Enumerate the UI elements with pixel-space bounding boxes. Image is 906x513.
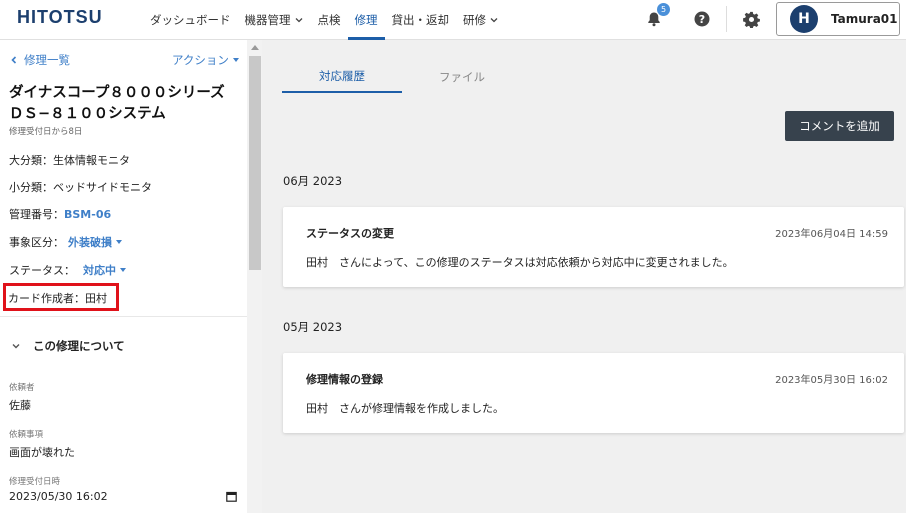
requester-label: 依頼者 (9, 383, 35, 393)
received-datetime-value: 2023/05/30 16:02 (9, 490, 108, 503)
tab-history[interactable]: 対応履歴 (282, 60, 402, 93)
status-dropdown[interactable]: 対応中 (83, 262, 126, 278)
app-logo[interactable]: HITOTSU (17, 7, 103, 28)
scroll-up-arrow[interactable] (251, 45, 259, 50)
nav-training-label: 研修 (463, 13, 486, 27)
request-label: 依頼事項 (9, 430, 44, 440)
nav-lending-label: 貸出・返却 (391, 13, 450, 27)
status: ステータス： 対応中 (9, 262, 126, 278)
section-toggle-about-repair[interactable]: この修理について (11, 338, 125, 354)
nav-repair-label: 修理 (354, 13, 378, 27)
history-card: ステータスの変更 2023年06月04日 14:59 田村 さんによって、この修… (283, 207, 904, 287)
caret-down-icon (120, 268, 126, 272)
avatar: H (790, 5, 818, 33)
back-link-label: 修理一覧 (24, 53, 70, 67)
action-menu-button[interactable]: アクション (172, 52, 239, 68)
caret-down-icon (116, 240, 122, 244)
tab-files-label: ファイル (439, 69, 485, 84)
tab-history-label: 対応履歴 (319, 68, 365, 83)
notification-badge: 5 (657, 3, 670, 16)
help-icon[interactable]: ? (691, 8, 713, 30)
nav-equipment[interactable]: 機器管理 (238, 0, 311, 40)
tab-files[interactable]: ファイル (402, 60, 522, 93)
action-menu-label: アクション (172, 53, 229, 67)
month-heading: 06月 2023 (283, 174, 343, 188)
sidebar-scroll-thumb[interactable] (249, 56, 261, 270)
history-card-time: 2023年06月04日 14:59 (775, 229, 888, 240)
equipment-title: ダイナスコープ８０００シリーズ ＤＳ−８１００システム (9, 85, 225, 122)
history-card-time: 2023年05月30日 16:02 (775, 375, 888, 386)
nav-repair[interactable]: 修理 (347, 0, 385, 40)
back-to-repair-list-link[interactable]: 修理一覧 (9, 52, 70, 68)
top-bar: HITOTSU ダッシュボード 機器管理 点検 修理 貸出・返却 研修 5 ? … (0, 0, 906, 40)
requester-value: 佐藤 (9, 399, 31, 412)
month-heading: 05月 2023 (283, 320, 343, 334)
history-card-title: ステータスの変更 (306, 227, 394, 240)
received-datetime-label: 修理受付日時 (9, 477, 61, 487)
minor-category: 小分類：ベッドサイドモニタ (9, 181, 152, 194)
user-name: Tamura01 (831, 12, 898, 26)
history-card-body: 田村 さんによって、この修理のステータスは対応依頼から対応中に変更されました。 (306, 256, 734, 269)
chevron-down-icon (12, 344, 20, 349)
chevron-down-icon (295, 18, 302, 23)
section-title: この修理について (33, 339, 125, 353)
nav-inspection-label: 点検 (317, 13, 341, 27)
chevron-down-icon (490, 18, 498, 23)
history-card: 修理情報の登録 2023年05月30日 16:02 田村 さんが修理情報を作成し… (283, 353, 904, 433)
event-category: 事象区分： 外装破損 (9, 234, 122, 250)
status-label: ステータス： (9, 264, 75, 277)
chevron-left-icon (11, 56, 17, 64)
event-category-dropdown[interactable]: 外装破損 (68, 234, 122, 250)
highlight-box (3, 283, 119, 311)
user-menu-button[interactable]: H Tamura01 (776, 2, 900, 36)
history-card-body: 田村 さんが修理情報を作成しました。 (306, 402, 504, 415)
management-number-link[interactable]: BSM-06 (64, 208, 111, 221)
add-comment-button[interactable]: コメントを追加 (785, 111, 894, 141)
nav-inspection[interactable]: 点検 (311, 0, 348, 40)
caret-down-icon (232, 58, 239, 62)
received-datetime-input[interactable]: 2023/05/30 16:02 (9, 490, 237, 503)
nav-dashboard-label: ダッシュボード (150, 13, 231, 27)
gear-icon[interactable] (740, 8, 762, 30)
event-category-value: 外装破損 (68, 236, 112, 249)
svg-text:?: ? (699, 13, 705, 26)
major-category: 大分類：生体情報モニタ (9, 154, 130, 167)
main-nav: ダッシュボード 機器管理 点検 修理 貸出・返却 研修 (143, 0, 506, 40)
event-category-label: 事象区分： (9, 236, 64, 249)
nav-dashboard[interactable]: ダッシュボード (143, 0, 238, 40)
nav-training[interactable]: 研修 (456, 0, 506, 40)
sidebar-divider (0, 316, 247, 317)
management-number: 管理番号： BSM-06 (9, 206, 111, 222)
calendar-icon[interactable] (226, 491, 237, 502)
status-value: 対応中 (83, 264, 116, 277)
nav-equipment-label: 機器管理 (244, 13, 291, 27)
history-card-title: 修理情報の登録 (306, 373, 383, 386)
management-number-label: 管理番号： (9, 208, 64, 221)
request-value: 画面が壊れた (9, 446, 75, 459)
header-divider (726, 6, 727, 32)
nav-lending[interactable]: 貸出・返却 (385, 0, 457, 40)
days-since-received: 修理受付日から8日 (9, 127, 83, 137)
history-tabs: 対応履歴 ファイル (282, 60, 522, 93)
